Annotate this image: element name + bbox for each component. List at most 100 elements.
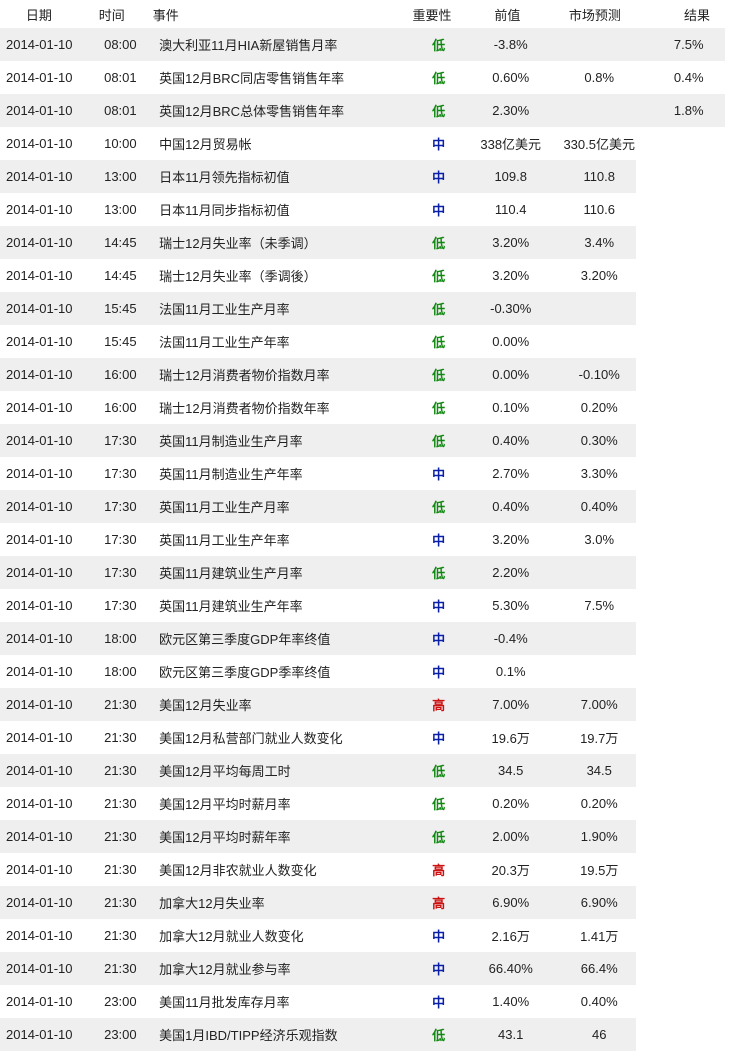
- cell-event[interactable]: 美国12月失业率: [159, 695, 408, 714]
- cell-previous: 2.20%: [492, 565, 530, 580]
- table-row[interactable]: 2014-01-10 16:00 瑞士12月消费者物价指数年率 低 0.10% 0.20%: [0, 391, 731, 424]
- table-row[interactable]: 2014-01-10 21:30 加拿大12月就业参与率 中 66.40% 66.4%: [0, 952, 731, 985]
- cell-event[interactable]: 美国11月批发库存月率: [159, 992, 408, 1011]
- table-row[interactable]: 2014-01-10 18:00 欧元区第三季度GDP季率终值 中 0.1%: [0, 655, 731, 688]
- cell-time: 23:00: [104, 994, 137, 1009]
- cell-event[interactable]: 瑞士12月失业率（未季调）: [159, 233, 408, 252]
- cell-event[interactable]: 加拿大12月就业参与率: [159, 959, 408, 978]
- cell-time: 18:00: [104, 664, 137, 679]
- cell-event[interactable]: 日本11月领先指标初值: [159, 167, 408, 186]
- table-header: 日期 时间 事件 重要性 前值 市场预测 结果: [0, 0, 731, 28]
- table-row[interactable]: 2014-01-10 17:30 英国11月制造业生产月率 低 0.40% 0.30%: [0, 424, 731, 457]
- cell-previous: 0.60%: [492, 70, 530, 85]
- cell-date: 2014-01-10: [6, 499, 73, 514]
- table-row[interactable]: 2014-01-10 08:01 英国12月BRC总体零售销售年率 低 2.30% 1.8…: [0, 94, 731, 127]
- cell-event[interactable]: 瑞士12月消费者物价指数年率: [159, 398, 408, 417]
- cell-previous: 1.40%: [492, 994, 530, 1009]
- header-previous[interactable]: 前值: [483, 5, 532, 24]
- header-date[interactable]: 日期: [0, 5, 78, 24]
- cell-result: 1.8%: [673, 103, 704, 118]
- table-row[interactable]: 2014-01-10 21:30 加拿大12月失业率 高 6.90% 6.90%: [0, 886, 731, 919]
- table-row[interactable]: 2014-01-10 17:30 英国11月建筑业生产月率 低 2.20%: [0, 556, 731, 589]
- table-row[interactable]: 2014-01-10 18:00 欧元区第三季度GDP年率终值 中 -0.4%: [0, 622, 731, 655]
- table-row[interactable]: 2014-01-10 08:00 澳大利亚11月HIA新屋销售月率 低 -3.8% 7.5…: [0, 28, 731, 61]
- cell-event[interactable]: 欧元区第三季度GDP年率终值: [159, 629, 408, 648]
- cell-importance: 低: [432, 830, 446, 845]
- cell-event[interactable]: 美国12月平均每周工时: [159, 761, 408, 780]
- table-row[interactable]: 2014-01-10 21:30 美国12月平均每周工时 低 34.5 34.5: [0, 754, 731, 787]
- cell-event[interactable]: 澳大利亚11月HIA新屋销售月率: [159, 35, 408, 54]
- table-row[interactable]: 2014-01-10 23:00 美国1月IBD/TIPP经济乐观指数 低 43.1 46: [0, 1018, 731, 1051]
- cell-event[interactable]: 英国12月BRC同店零售销售年率: [159, 68, 408, 87]
- table-row[interactable]: 2014-01-10 21:30 美国12月平均时薪月率 低 0.20% 0.20%: [0, 787, 731, 820]
- table-row[interactable]: 2014-01-10 10:00 中国12月贸易帐 中 338亿美元 330.5亿美元: [0, 127, 731, 160]
- cell-date: 2014-01-10: [6, 763, 73, 778]
- cell-event[interactable]: 瑞士12月失业率（季调後）: [159, 266, 408, 285]
- cell-event[interactable]: 英国12月BRC总体零售销售年率: [159, 101, 408, 120]
- cell-event[interactable]: 英国11月建筑业生产年率: [159, 596, 408, 615]
- cell-importance: 低: [432, 434, 446, 449]
- cell-time: 14:45: [104, 235, 137, 250]
- cell-event[interactable]: 美国1月IBD/TIPP经济乐观指数: [159, 1025, 408, 1044]
- cell-date: 2014-01-10: [6, 829, 73, 844]
- cell-time: 23:00: [104, 1027, 137, 1042]
- cell-event[interactable]: 加拿大12月失业率: [159, 893, 408, 912]
- cell-previous: -3.8%: [493, 37, 528, 52]
- cell-previous: 66.40%: [488, 961, 533, 976]
- cell-event[interactable]: 英国11月制造业生产年率: [159, 464, 408, 483]
- cell-date: 2014-01-10: [6, 466, 73, 481]
- table-row[interactable]: 2014-01-10 14:45 瑞士12月失业率（季调後） 低 3.20% 3.20%: [0, 259, 731, 292]
- header-forecast[interactable]: 市场预测: [532, 5, 658, 24]
- cell-time: 16:00: [104, 400, 137, 415]
- table-row[interactable]: 2014-01-10 17:30 英国11月工业生产月率 低 0.40% 0.40%: [0, 490, 731, 523]
- cell-time: 21:30: [104, 730, 137, 745]
- cell-event[interactable]: 中国12月贸易帐: [159, 134, 408, 153]
- cell-event[interactable]: 美国12月平均时薪年率: [159, 827, 408, 846]
- cell-event[interactable]: 英国11月工业生产年率: [159, 530, 408, 549]
- cell-event[interactable]: 美国12月平均时薪月率: [159, 794, 408, 813]
- table-row[interactable]: 2014-01-10 21:30 美国12月失业率 高 7.00% 7.00%: [0, 688, 731, 721]
- cell-event[interactable]: 美国12月私营部门就业人数变化: [159, 728, 408, 747]
- table-row[interactable]: 2014-01-10 21:30 美国12月平均时薪年率 低 2.00% 1.90%: [0, 820, 731, 853]
- cell-event[interactable]: 英国11月建筑业生产月率: [159, 563, 408, 582]
- cell-event[interactable]: 加拿大12月就业人数变化: [159, 926, 408, 945]
- table-row[interactable]: 2014-01-10 21:30 加拿大12月就业人数变化 中 2.16万 1.41万: [0, 919, 731, 952]
- cell-previous: 0.1%: [495, 664, 526, 679]
- cell-result: 0.4%: [673, 70, 704, 85]
- cell-importance: 中: [432, 665, 446, 680]
- cell-result: 7.5%: [673, 37, 704, 52]
- table-row[interactable]: 2014-01-10 16:00 瑞士12月消费者物价指数月率 低 0.00% -0.10…: [0, 358, 731, 391]
- table-row[interactable]: 2014-01-10 13:00 日本11月同步指标初值 中 110.4 110.6: [0, 193, 731, 226]
- cell-event[interactable]: 欧元区第三季度GDP季率终值: [159, 662, 408, 681]
- cell-importance: 中: [432, 929, 446, 944]
- cell-date: 2014-01-10: [6, 334, 73, 349]
- cell-event[interactable]: 日本11月同步指标初值: [159, 200, 408, 219]
- cell-previous: 5.30%: [492, 598, 530, 613]
- header-time[interactable]: 时间: [78, 5, 146, 24]
- cell-date: 2014-01-10: [6, 103, 73, 118]
- cell-event[interactable]: 美国12月非农就业人数变化: [159, 860, 408, 879]
- cell-time: 13:00: [104, 202, 137, 217]
- cell-event[interactable]: 瑞士12月消费者物价指数月率: [159, 365, 408, 384]
- table-row[interactable]: 2014-01-10 21:30 美国12月私营部门就业人数变化 中 19.6万 19.7…: [0, 721, 731, 754]
- table-row[interactable]: 2014-01-10 23:00 美国11月批发库存月率 中 1.40% 0.40%: [0, 985, 731, 1018]
- cell-event[interactable]: 英国11月工业生产月率: [159, 497, 408, 516]
- table-row[interactable]: 2014-01-10 17:30 英国11月建筑业生产年率 中 5.30% 7.5%: [0, 589, 731, 622]
- cell-date: 2014-01-10: [6, 895, 73, 910]
- table-row[interactable]: 2014-01-10 15:45 法国11月工业生产年率 低 0.00%: [0, 325, 731, 358]
- header-event[interactable]: 事件: [146, 5, 386, 24]
- cell-date: 2014-01-10: [6, 730, 73, 745]
- table-row[interactable]: 2014-01-10 13:00 日本11月领先指标初值 中 109.8 110.8: [0, 160, 731, 193]
- cell-event[interactable]: 法国11月工业生产月率: [159, 299, 408, 318]
- table-row[interactable]: 2014-01-10 08:01 英国12月BRC同店零售销售年率 低 0.60% 0.8…: [0, 61, 731, 94]
- header-importance[interactable]: 重要性: [386, 5, 478, 24]
- cell-event[interactable]: 法国11月工业生产年率: [159, 332, 408, 351]
- table-row[interactable]: 2014-01-10 15:45 法国11月工业生产月率 低 -0.30%: [0, 292, 731, 325]
- table-row[interactable]: 2014-01-10 14:45 瑞士12月失业率（未季调） 低 3.20% 3.4%: [0, 226, 731, 259]
- cell-previous: 0.10%: [492, 400, 530, 415]
- table-row[interactable]: 2014-01-10 17:30 英国11月工业生产年率 中 3.20% 3.0%: [0, 523, 731, 556]
- header-result[interactable]: 结果: [663, 5, 731, 24]
- table-row[interactable]: 2014-01-10 17:30 英国11月制造业生产年率 中 2.70% 3.30%: [0, 457, 731, 490]
- cell-event[interactable]: 英国11月制造业生产月率: [159, 431, 408, 450]
- table-row[interactable]: 2014-01-10 21:30 美国12月非农就业人数变化 高 20.3万 19.5万: [0, 853, 731, 886]
